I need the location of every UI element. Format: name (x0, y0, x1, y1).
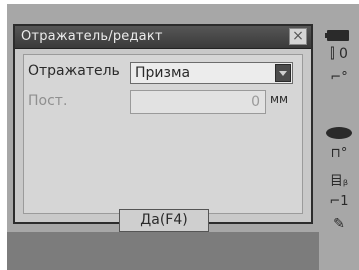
close-button[interactable]: × (289, 28, 307, 45)
reflector-select-value: Призма (135, 65, 191, 81)
ok-button[interactable]: Да(F4) (119, 209, 209, 232)
battery-icon (325, 30, 349, 41)
reflector-select[interactable]: Призма (130, 62, 293, 84)
screen: Отражатель/редакт × Отражатель Призма По… (7, 4, 359, 270)
laser-icon[interactable]: ⊓° (319, 146, 359, 161)
tilt-icon[interactable]: ⌐° (319, 70, 359, 85)
const-input-value: 0 (251, 94, 260, 110)
dialog-content: Отражатель Призма Пост. 0 мм (23, 54, 303, 214)
dialog-title: Отражатель/редакт (21, 29, 163, 44)
close-icon: × (292, 28, 304, 44)
signal-icon: ⫿ 0 (330, 46, 348, 62)
mode-icon[interactable]: 目ᵦ (319, 170, 359, 189)
const-unit: мм (270, 92, 289, 106)
prism-icon (326, 127, 352, 139)
device-frame: Отражатель/редакт × Отражатель Призма По… (0, 0, 359, 270)
chevron-down-icon[interactable] (275, 64, 291, 82)
dialog-titlebar: Отражатель/редакт × (15, 26, 311, 49)
zero-value: 0 (339, 46, 348, 62)
input-mode-icon[interactable]: ✎ (319, 216, 359, 232)
const-label: Пост. (28, 93, 68, 109)
status-panel: ⫿ 0 ⌐° ⊓° 目ᵦ ⌐1 ✎ (319, 26, 359, 236)
function-key-bar (7, 232, 319, 270)
reflector-label: Отражатель (28, 63, 120, 79)
slot-icon[interactable]: ⌐1 (319, 194, 359, 209)
const-input[interactable]: 0 (130, 90, 266, 114)
reflector-edit-dialog: Отражатель/редакт × Отражатель Призма По… (13, 24, 313, 224)
